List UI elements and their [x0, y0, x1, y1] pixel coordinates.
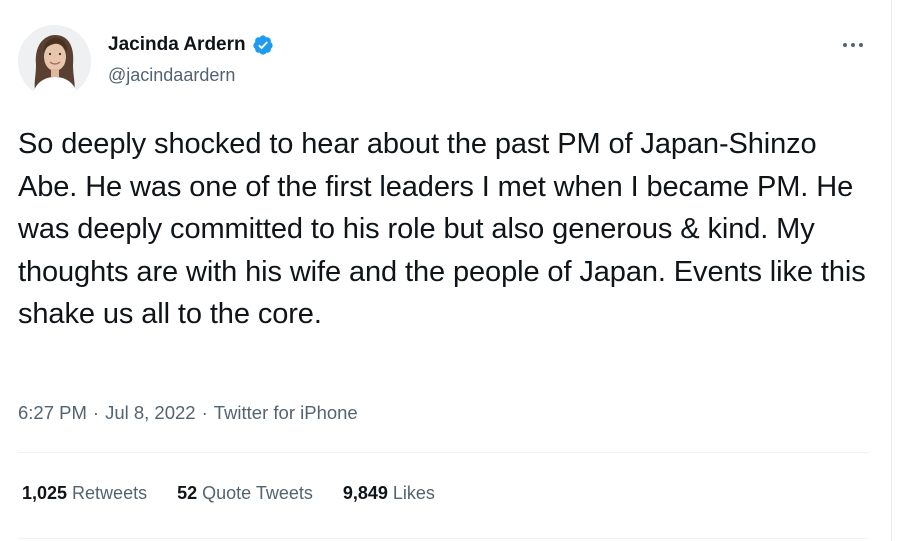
retweets-stat[interactable]: 1,025 Retweets	[22, 480, 147, 506]
quote-tweets-label: Quote Tweets	[202, 483, 313, 503]
retweets-label: Retweets	[72, 483, 148, 503]
divider-bottom	[18, 538, 868, 539]
meta-separator: ·	[201, 402, 208, 423]
meta-separator: ·	[92, 402, 100, 423]
author-handle[interactable]: @jacindaardern	[108, 62, 235, 88]
tweet-text: So deeply shocked to hear about the past…	[18, 128, 866, 330]
avatar[interactable]	[18, 25, 91, 98]
divider	[18, 452, 868, 453]
timeline-border	[891, 0, 892, 541]
avatar-portrait	[18, 25, 91, 98]
author-display-name[interactable]: Jacinda Ardern	[108, 32, 246, 58]
tweet-card: Jacinda Ardern @jacindaardern So deeply …	[0, 0, 907, 541]
likes-stat[interactable]: 9,849 Likes	[343, 480, 435, 506]
retweets-count: 1,025	[22, 483, 68, 503]
tweet-time[interactable]: 6:27 PM	[18, 400, 87, 426]
more-horizontal-icon	[843, 43, 863, 47]
more-options-button[interactable]	[836, 32, 870, 58]
tweet-date[interactable]: Jul 8, 2022	[105, 400, 196, 426]
quote-tweets-stat[interactable]: 52 Quote Tweets	[177, 480, 313, 506]
tweet-source[interactable]: Twitter for iPhone	[214, 400, 358, 426]
tweet-stats: 1,025 Retweets 52 Quote Tweets 9,849 Likes	[22, 480, 465, 506]
author-name-row: Jacinda Ardern	[108, 32, 274, 58]
tweet-meta: 6:27 PM · Jul 8, 2022 · Twitter for iPho…	[18, 400, 358, 426]
quote-tweets-count: 52	[177, 483, 198, 503]
verified-badge-icon	[252, 35, 273, 55]
likes-count: 9,849	[342, 483, 388, 503]
likes-label: Likes	[392, 483, 435, 503]
